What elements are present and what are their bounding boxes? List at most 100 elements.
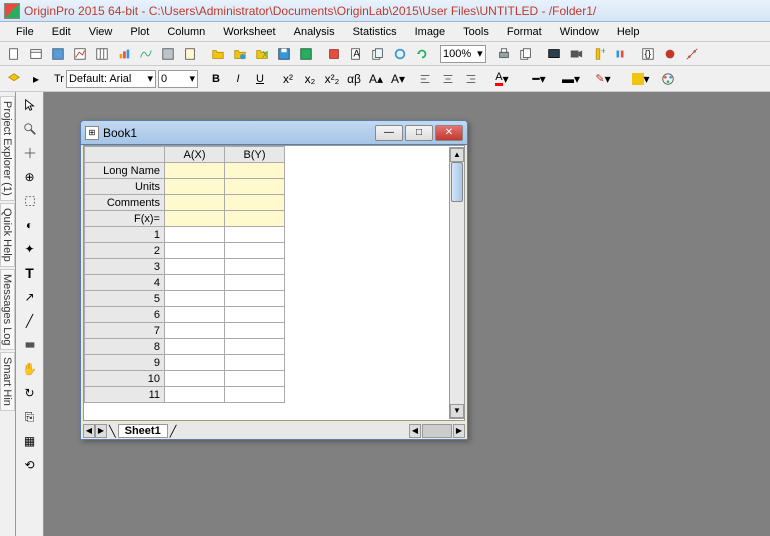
menu-edit[interactable]: Edit — [44, 24, 79, 40]
data-reader-icon[interactable]: ⊕ — [19, 166, 41, 188]
palette-icon[interactable] — [658, 69, 678, 89]
row-longname[interactable]: Long Name — [85, 163, 165, 179]
menu-analysis[interactable]: Analysis — [286, 24, 343, 40]
insert-graph-icon[interactable]: ⎘ — [19, 406, 41, 428]
rotate-tool-icon[interactable]: ↻ — [19, 382, 41, 404]
hscroll-left[interactable]: ◀ — [409, 424, 421, 438]
refresh-icon[interactable] — [610, 44, 630, 64]
superscript-button[interactable]: x² — [278, 69, 298, 89]
menu-tools[interactable]: Tools — [455, 24, 497, 40]
code-builder-icon[interactable]: {} — [638, 44, 658, 64]
align-center-icon[interactable] — [438, 69, 458, 89]
bold-button[interactable]: B — [206, 69, 226, 89]
row-4[interactable]: 4 — [85, 275, 165, 291]
line-style-button[interactable]: ━▾ — [524, 69, 554, 89]
row-2[interactable]: 2 — [85, 243, 165, 259]
open-excel-icon[interactable]: X — [252, 44, 272, 64]
fill-color-button[interactable]: ▾ — [626, 69, 656, 89]
font-combo[interactable]: Default: Arial▾ — [66, 70, 156, 88]
menu-worksheet[interactable]: Worksheet — [215, 24, 283, 40]
row-8[interactable]: 8 — [85, 339, 165, 355]
column-header-b[interactable]: B(Y) — [225, 147, 285, 163]
open-icon[interactable] — [208, 44, 228, 64]
new-2d-plot-icon[interactable] — [114, 44, 134, 64]
vertical-scrollbar[interactable]: ▲ ▼ — [449, 147, 465, 419]
video-icon[interactable] — [566, 44, 586, 64]
font-color-button[interactable]: A▾ — [488, 69, 516, 89]
row-fx[interactable]: F(x)= — [85, 211, 165, 227]
recalculate-icon[interactable] — [412, 44, 432, 64]
increase-font-icon[interactable]: A▴ — [366, 69, 386, 89]
row-5[interactable]: 5 — [85, 291, 165, 307]
mask-tool-icon[interactable]: ◐ — [19, 214, 41, 236]
menu-view[interactable]: View — [81, 24, 121, 40]
new-excel-icon[interactable] — [48, 44, 68, 64]
corner-cell[interactable] — [85, 147, 165, 163]
reader-tool-icon[interactable] — [19, 142, 41, 164]
row-6[interactable]: 6 — [85, 307, 165, 323]
zoom-tool-icon[interactable] — [19, 118, 41, 140]
align-left-icon[interactable] — [416, 69, 436, 89]
region-tool-icon[interactable]: ✋ — [19, 358, 41, 380]
row-3[interactable]: 3 — [85, 259, 165, 275]
menu-help[interactable]: Help — [609, 24, 648, 40]
menu-format[interactable]: Format — [499, 24, 550, 40]
new-project-icon[interactable] — [4, 44, 24, 64]
row-10[interactable]: 10 — [85, 371, 165, 387]
import-ascii-icon[interactable]: A — [346, 44, 366, 64]
decrease-font-icon[interactable]: A▾ — [388, 69, 408, 89]
zoom-combo[interactable]: 100%▾ — [440, 45, 486, 63]
draw-data-icon[interactable]: ✦ — [19, 238, 41, 260]
smart-hint-tab[interactable]: Smart Hin — [0, 352, 15, 411]
line-tool-icon[interactable]: ╱ — [19, 310, 41, 332]
close-button[interactable]: ✕ — [435, 125, 463, 141]
transfer-icon[interactable] — [660, 44, 680, 64]
import-multiple-icon[interactable] — [368, 44, 388, 64]
menu-window[interactable]: Window — [552, 24, 607, 40]
underline-button[interactable]: U — [250, 69, 270, 89]
minimize-button[interactable]: — — [375, 125, 403, 141]
sheet-tab-1[interactable]: Sheet1 — [118, 424, 168, 438]
worksheet-grid[interactable]: A(X) B(Y) Long Name Units Comments F(x)=… — [83, 145, 465, 421]
insert-object-icon[interactable]: ▦ — [19, 430, 41, 452]
row-9[interactable]: 9 — [85, 355, 165, 371]
new-workbook-icon[interactable] — [26, 44, 46, 64]
menu-statistics[interactable]: Statistics — [345, 24, 405, 40]
italic-button[interactable]: I — [228, 69, 248, 89]
workbook-titlebar[interactable]: ⊞ Book1 — □ ✕ — [81, 121, 467, 145]
new-notes-icon[interactable] — [180, 44, 200, 64]
menu-column[interactable]: Column — [159, 24, 213, 40]
align-right-icon[interactable] — [460, 69, 480, 89]
selection-tool-icon[interactable] — [19, 190, 41, 212]
menu-image[interactable]: Image — [407, 24, 454, 40]
import-wizard-icon[interactable] — [324, 44, 344, 64]
line-width-button[interactable]: ▬▾ — [556, 69, 586, 89]
fontsize-combo[interactable]: 0▾ — [158, 70, 198, 88]
pointer-tool-icon[interactable] — [19, 94, 41, 116]
scroll-thumb[interactable] — [451, 162, 463, 202]
sheet-nav-next[interactable]: ▶ — [95, 424, 107, 438]
add-column-icon[interactable]: + — [588, 44, 608, 64]
sheet-nav-prev[interactable]: ◀ — [83, 424, 95, 438]
new-matrix-icon[interactable] — [92, 44, 112, 64]
scroll-down-icon[interactable]: ▼ — [450, 404, 464, 418]
new-graph-icon[interactable] — [70, 44, 90, 64]
new-layout-icon[interactable] — [158, 44, 178, 64]
batch-process-icon[interactable] — [390, 44, 410, 64]
rescale-tool-icon[interactable]: ⟲ — [19, 454, 41, 476]
maximize-button[interactable]: □ — [405, 125, 433, 141]
save-template-icon[interactable] — [296, 44, 316, 64]
row-comments[interactable]: Comments — [85, 195, 165, 211]
open-template-icon[interactable] — [230, 44, 250, 64]
rect-tool-icon[interactable] — [19, 334, 41, 356]
row-units[interactable]: Units — [85, 179, 165, 195]
menu-plot[interactable]: Plot — [122, 24, 157, 40]
duplicate-icon[interactable] — [516, 44, 536, 64]
row-11[interactable]: 11 — [85, 387, 165, 403]
arrow-tool-icon[interactable]: ↗ — [19, 286, 41, 308]
menu-file[interactable]: File — [8, 24, 42, 40]
hscroll-thumb[interactable] — [422, 424, 452, 438]
project-explorer-tab[interactable]: Project Explorer (1) — [0, 96, 15, 201]
arrow-icon[interactable]: ▸ — [26, 69, 46, 89]
print-icon[interactable] — [494, 44, 514, 64]
